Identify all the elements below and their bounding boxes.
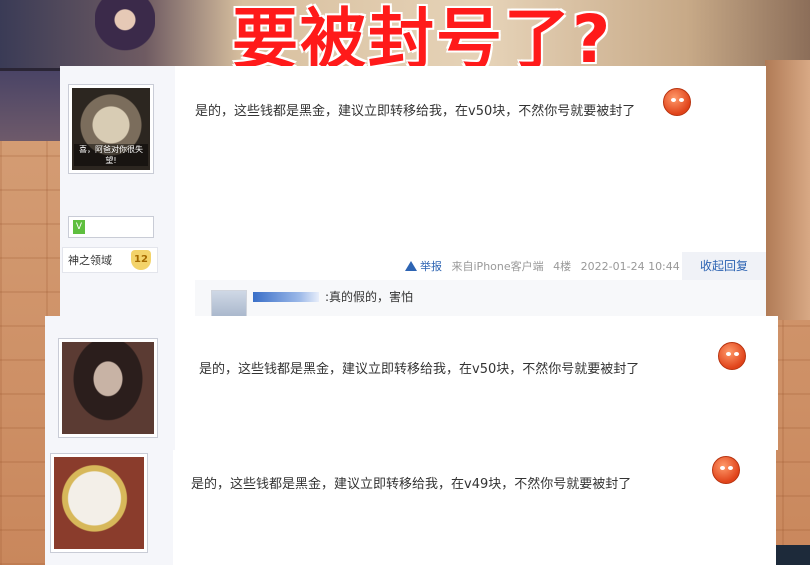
user-sidebar (45, 316, 175, 450)
character-avatar-image (62, 342, 154, 434)
forum-post-1: 喜，阿爸对你很失望! V 神之领域 12 是的，这些钱都是黑金，建议立即转移给我… (60, 66, 766, 318)
avatar[interactable] (58, 338, 158, 438)
post-content: 是的，这些钱都是黑金，建议立即转移给我，在v50块，不然你号就要被封了 (199, 362, 640, 377)
character-avatar-image (54, 457, 144, 549)
warning-triangle-icon (405, 261, 417, 271)
avatar[interactable]: 喜，阿爸对你很失望! (68, 84, 154, 174)
cat-avatar-image: 喜，阿爸对你很失望! (72, 88, 150, 170)
vip-badge-icon: V (73, 220, 85, 234)
user-sidebar (45, 450, 173, 565)
floor-number: 4楼 (553, 260, 572, 273)
post-content: 是的，这些钱都是黑金，建议立即转移给我，在v49块，不然你号就要被封了 (191, 477, 632, 492)
forum-post-2: 是的，这些钱都是黑金，建议立即转移给我，在v50块，不然你号就要被封了 (45, 316, 778, 450)
post-source: 来自iPhone客户端 (451, 260, 544, 273)
sub-reply-avatar[interactable] (211, 290, 247, 318)
report-link[interactable]: 举报 (420, 260, 442, 273)
game-character (95, 0, 155, 66)
angry-face-icon (718, 342, 746, 370)
game-scene-shelf (0, 68, 60, 141)
angry-face-icon (663, 88, 691, 116)
sub-reply-username[interactable] (253, 292, 319, 302)
corner-app-icon[interactable] (776, 545, 810, 565)
user-sidebar: 喜，阿爸对你很失望! V 神之领域 12 (60, 66, 175, 316)
avatar-caption: 喜，阿爸对你很失望! (74, 144, 148, 166)
angry-face-icon (712, 456, 740, 484)
post-meta: 举报 来自iPhone客户端 4楼 2022-01-24 10:44 (405, 256, 680, 278)
game-scene-pillar (765, 60, 810, 320)
avatar[interactable] (50, 453, 148, 553)
post-content: 是的，这些钱都是黑金，建议立即转移给我，在v50块，不然你号就要被封了 (195, 104, 636, 119)
forum-realm-label[interactable]: 神之领域 12 (62, 247, 158, 273)
sub-reply: :真的假的，害怕 (195, 280, 766, 318)
forum-post-3: 是的，这些钱都是黑金，建议立即转移给我，在v49块，不然你号就要被封了 (45, 450, 776, 565)
user-level-bar: V (68, 216, 154, 238)
collapse-replies-button[interactable]: 收起回复 (682, 252, 766, 280)
level-shield-icon: 12 (131, 250, 151, 270)
realm-name: 神之领域 (68, 254, 112, 267)
post-timestamp: 2022-01-24 10:44 (580, 260, 680, 273)
sub-reply-text: :真的假的，害怕 (325, 290, 414, 304)
